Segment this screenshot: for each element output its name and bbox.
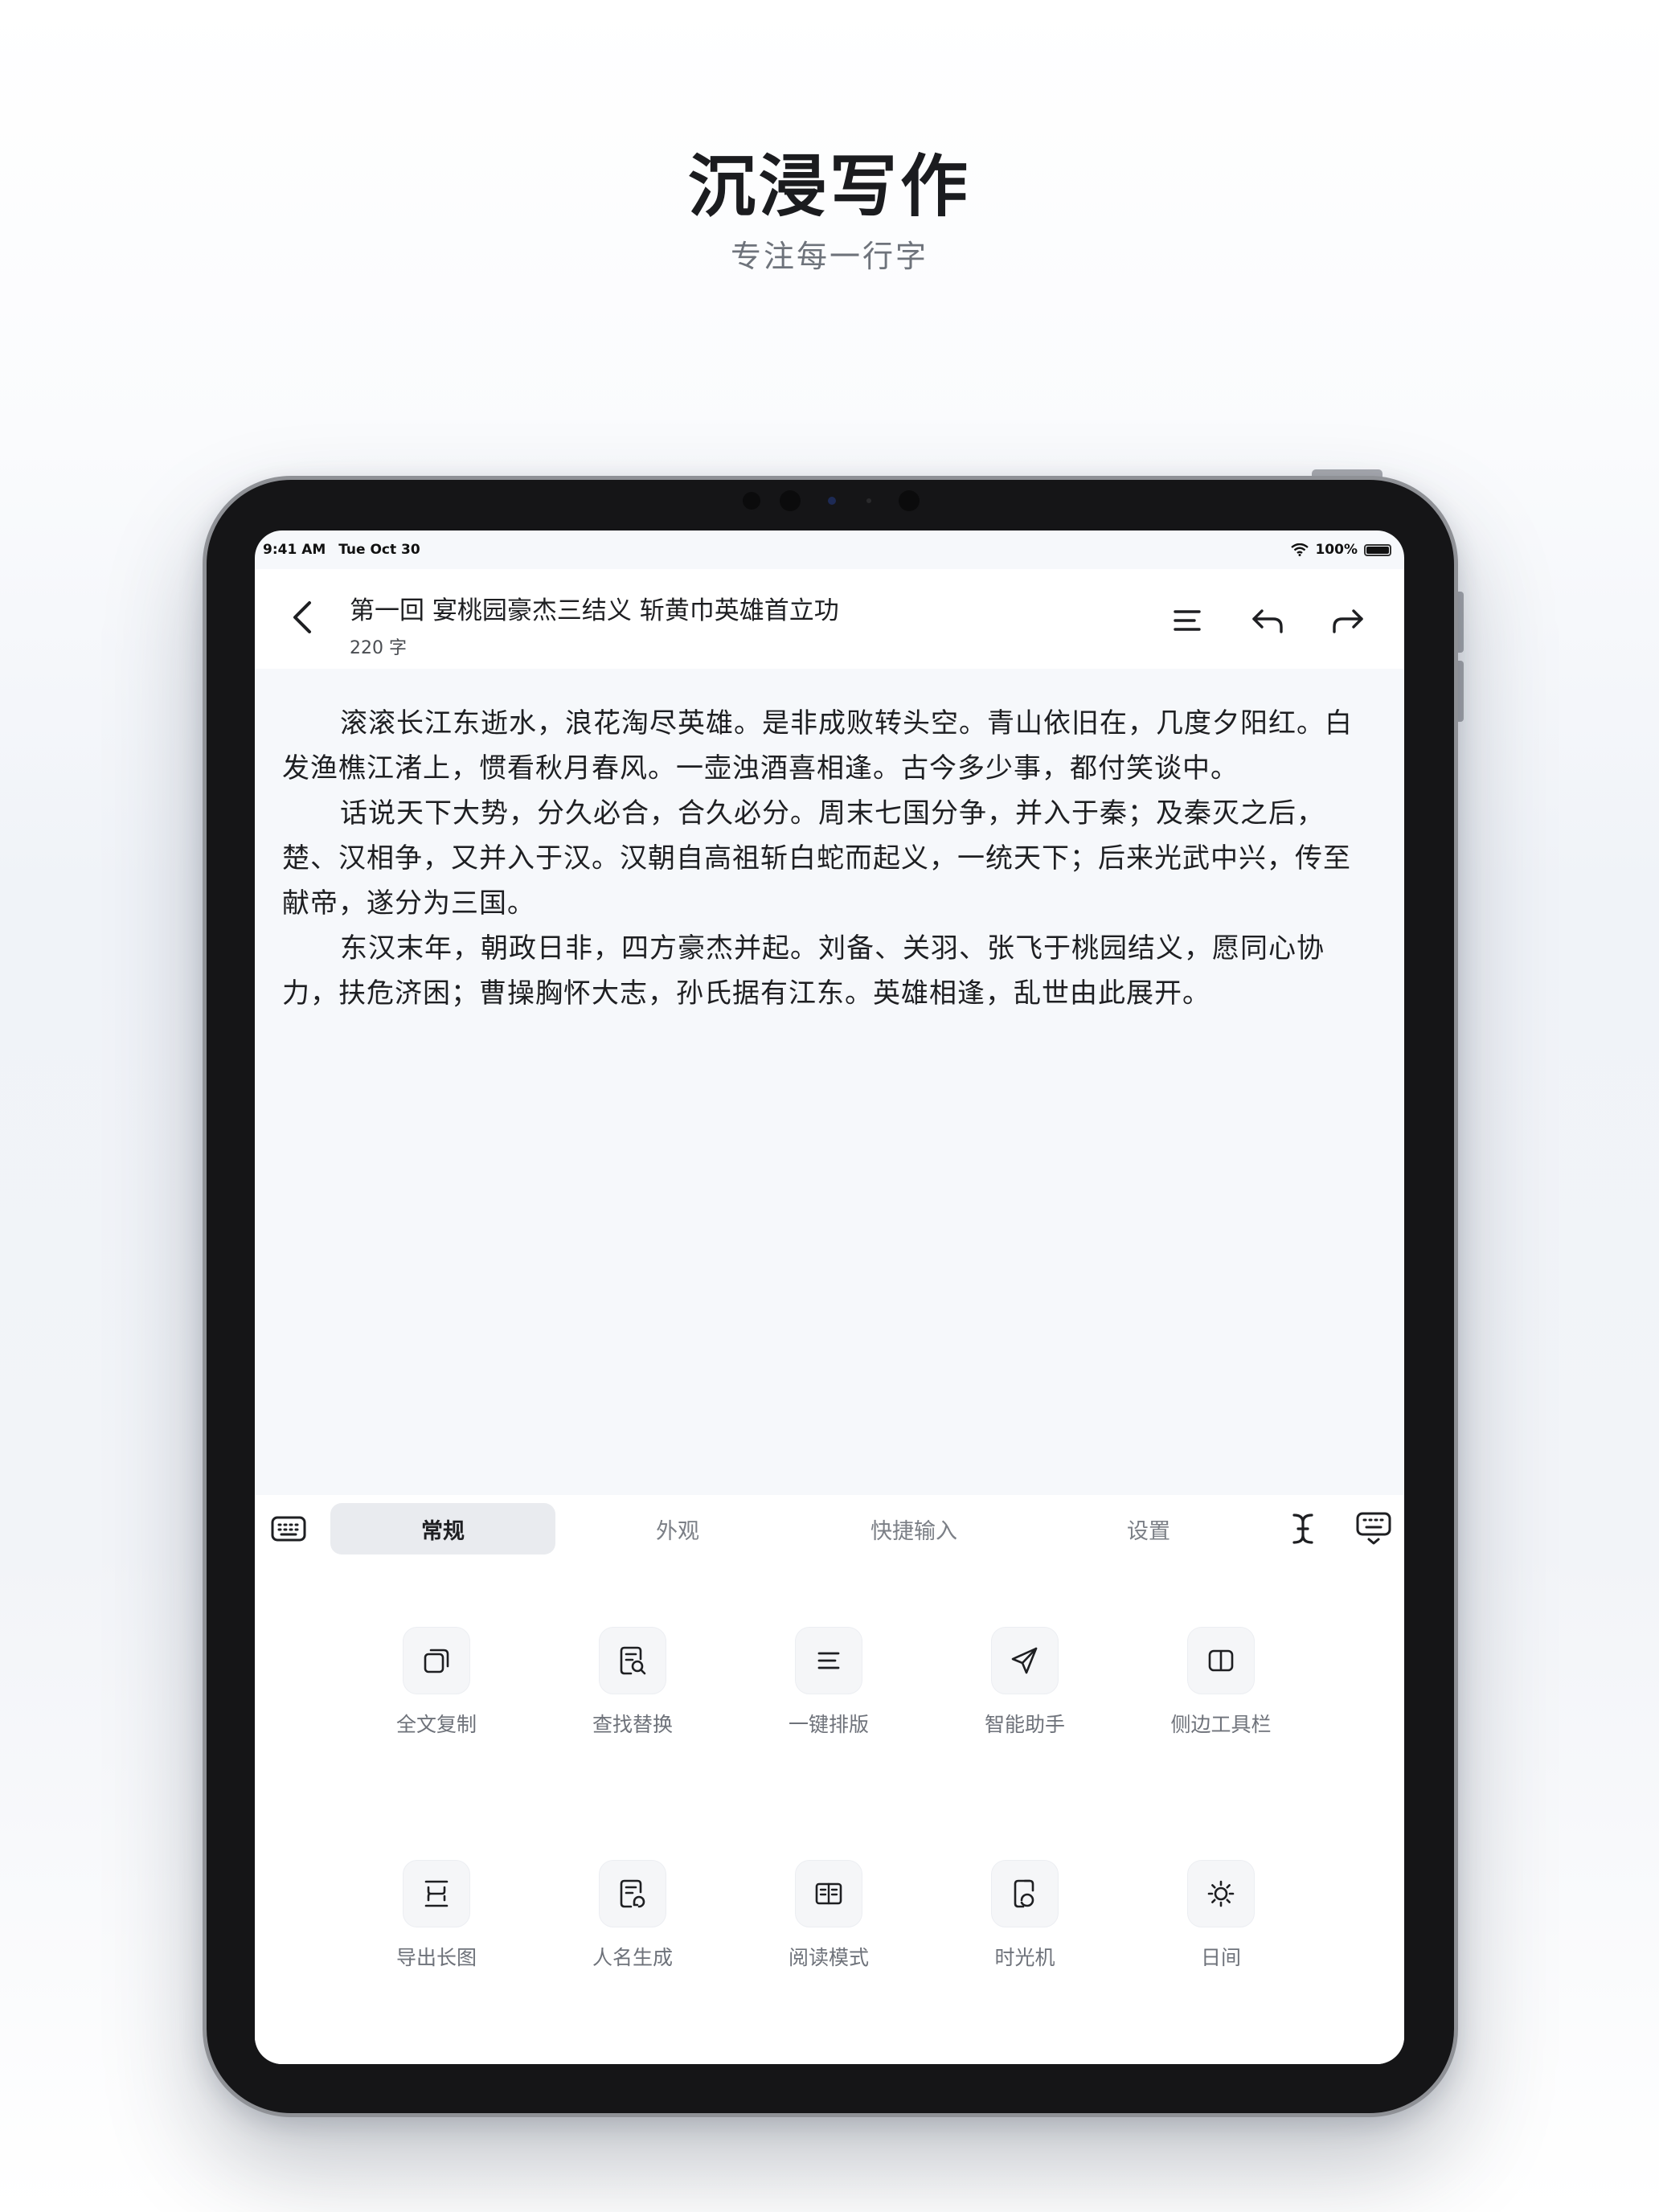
battery-percent: 100% xyxy=(1315,542,1358,558)
camera-lens xyxy=(780,490,801,511)
status-time-date: 9:41 AM Tue Oct 30 xyxy=(263,542,420,558)
paper-plane-icon xyxy=(1009,1645,1041,1677)
book-icon xyxy=(813,1878,845,1910)
tool-copy-all[interactable]: 全文复制 xyxy=(356,1627,517,1755)
copy-icon xyxy=(420,1645,453,1677)
tool-icon-button[interactable] xyxy=(599,1627,666,1694)
tool-smart-assistant[interactable]: 智能助手 xyxy=(944,1627,1105,1755)
export-image-icon xyxy=(420,1878,453,1910)
tool-icon-button[interactable] xyxy=(403,1860,470,1927)
marketing-title: 沉浸写作 xyxy=(687,147,971,226)
tool-icon-button[interactable] xyxy=(795,1860,862,1927)
tool-label: 查找替换 xyxy=(592,1713,673,1736)
editor-paragraph[interactable]: 东汉末年，朝政日非，四方豪杰并起。刘备、关羽、张飞于桃园结义，愿同心协力，扶危济… xyxy=(282,926,1375,1016)
tool-reading-mode[interactable]: 阅读模式 xyxy=(748,1860,909,1989)
sun-icon xyxy=(1205,1878,1237,1910)
sidebar-icon xyxy=(1205,1645,1237,1677)
text-cursor-icon xyxy=(1291,1513,1315,1545)
camera-dot xyxy=(866,498,871,503)
tab-label: 设置 xyxy=(1127,1518,1170,1544)
tool-icon-button[interactable] xyxy=(991,1860,1059,1927)
wifi-icon xyxy=(1291,543,1309,556)
tab-settings[interactable]: 设置 xyxy=(1036,1503,1261,1555)
device-volume-up-button xyxy=(1457,592,1464,653)
tool-time-machine[interactable]: 时光机 xyxy=(944,1860,1105,1989)
tools-panel: 全文复制 查找替换 一键排版 智能助手 侧边工具栏 导出长图 人名生成 阅读模式… xyxy=(255,1559,1404,2064)
tool-label: 一键排版 xyxy=(788,1713,869,1736)
tool-find-replace[interactable]: 查找替换 xyxy=(552,1627,713,1755)
text-editor[interactable]: 滚滚长江东逝水，浪花淘尽英雄。是非成败转头空。青山依旧在，几度夕阳红。白发渔樵江… xyxy=(255,669,1404,1473)
editor-header: 第一回 宴桃园豪杰三结义 斩黄巾英雄首立功 220 字 xyxy=(255,569,1404,669)
word-count: 220 字 xyxy=(350,638,407,658)
time-machine-icon xyxy=(1009,1878,1041,1910)
keyboard-button[interactable] xyxy=(268,1508,309,1550)
bottom-toolbar: 常规 外观 快捷输入 设置 xyxy=(255,1495,1404,1559)
tab-label: 快捷输入 xyxy=(870,1518,957,1544)
tool-icon-button[interactable] xyxy=(1187,1627,1255,1694)
tool-icon-button[interactable] xyxy=(1187,1860,1255,1927)
tool-label: 阅读模式 xyxy=(788,1946,869,1969)
outline-button[interactable] xyxy=(1168,601,1206,640)
status-time: 9:41 AM xyxy=(263,542,326,558)
hide-keyboard-button[interactable] xyxy=(1353,1508,1395,1550)
battery-icon xyxy=(1364,543,1391,556)
tab-general[interactable]: 常规 xyxy=(330,1503,555,1555)
redo-button[interactable] xyxy=(1329,601,1367,640)
format-icon xyxy=(813,1645,845,1677)
tool-label: 导出长图 xyxy=(395,1946,477,1969)
cursor-button[interactable] xyxy=(1282,1508,1324,1550)
tool-label: 全文复制 xyxy=(395,1713,477,1736)
editor-paragraph[interactable]: 话说天下大势，分久必合，合久必分。周末七国分争，并入于秦；及秦灭之后，楚、汉相争… xyxy=(282,791,1375,926)
camera-sensor xyxy=(828,497,836,505)
document-title[interactable]: 第一回 宴桃园豪杰三结义 斩黄巾英雄首立功 xyxy=(350,590,839,626)
device-volume-down-button xyxy=(1457,661,1464,722)
tab-appearance[interactable]: 外观 xyxy=(565,1503,790,1555)
tool-icon-button[interactable] xyxy=(403,1627,470,1694)
camera-dot xyxy=(743,492,760,510)
undo-icon xyxy=(1251,608,1284,633)
tool-label: 侧边工具栏 xyxy=(1170,1713,1272,1736)
tablet-screen: 9:41 AM Tue Oct 30 100% 第一回 宴桃园豪杰三结义 斩黄巾… xyxy=(255,530,1404,2064)
tool-icon-button[interactable] xyxy=(599,1860,666,1927)
tool-auto-format[interactable]: 一键排版 xyxy=(748,1627,909,1755)
name-generator-icon xyxy=(616,1878,649,1910)
menu-lines-icon xyxy=(1174,609,1201,632)
tool-sidebar[interactable]: 侧边工具栏 xyxy=(1141,1627,1301,1755)
tool-label: 人名生成 xyxy=(592,1946,673,1969)
tab-quick-input[interactable]: 快捷输入 xyxy=(801,1503,1026,1555)
tool-export-image[interactable]: 导出长图 xyxy=(356,1860,517,1989)
tool-label: 日间 xyxy=(1200,1946,1241,1969)
tab-label: 常规 xyxy=(421,1518,465,1544)
chevron-left-icon xyxy=(292,600,313,634)
undo-button[interactable] xyxy=(1248,601,1287,640)
tool-label: 时光机 xyxy=(994,1946,1055,1969)
status-right: 100% xyxy=(1291,542,1391,558)
status-bar: 9:41 AM Tue Oct 30 100% xyxy=(255,530,1404,569)
tool-day-mode[interactable]: 日间 xyxy=(1141,1860,1301,1989)
find-replace-icon xyxy=(616,1645,649,1677)
status-date: Tue Oct 30 xyxy=(338,542,420,558)
redo-icon xyxy=(1331,608,1365,633)
editor-paragraph[interactable]: 滚滚长江东逝水，浪花淘尽英雄。是非成败转头空。青山依旧在，几度夕阳红。白发渔樵江… xyxy=(282,701,1375,791)
tab-label: 外观 xyxy=(656,1518,699,1544)
back-button[interactable] xyxy=(282,595,322,640)
tool-icon-button[interactable] xyxy=(795,1627,862,1694)
marketing-subtitle: 专注每一行字 xyxy=(730,239,928,274)
tool-name-generator[interactable]: 人名生成 xyxy=(552,1860,713,1989)
camera-lens xyxy=(899,490,920,511)
keyboard-icon xyxy=(271,1515,306,1542)
tool-icon-button[interactable] xyxy=(991,1627,1059,1694)
keyboard-hide-icon xyxy=(1356,1512,1391,1546)
tool-label: 智能助手 xyxy=(984,1713,1065,1736)
